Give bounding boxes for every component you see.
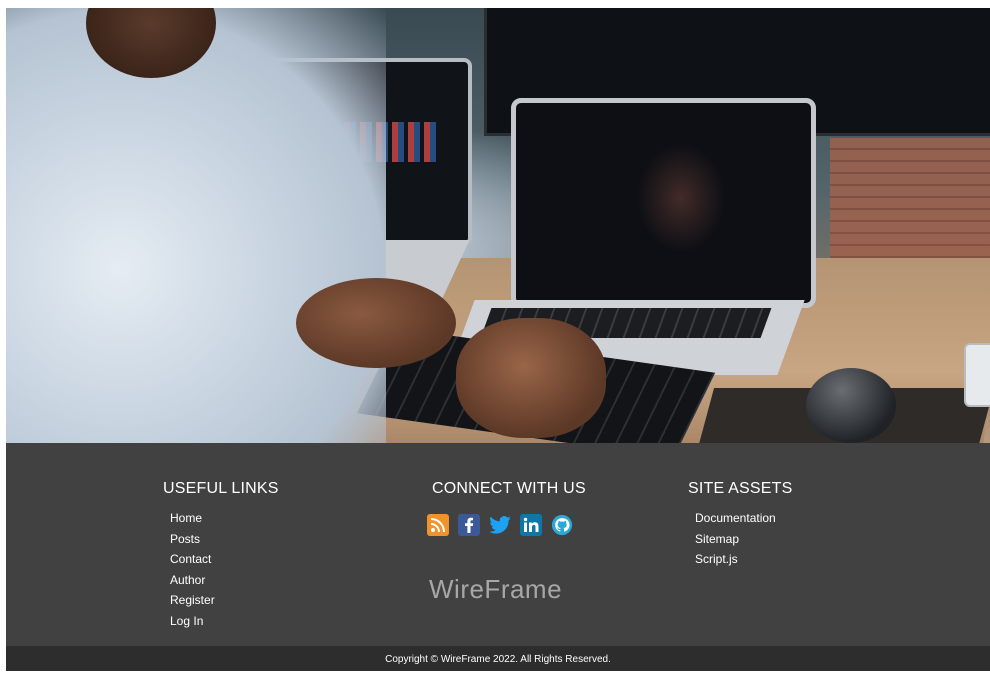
copyright-text: Copyright © WireFrame 2022. All Rights R… [385,654,611,665]
twitter-icon[interactable] [489,514,511,536]
connect-title: CONNECT WITH US [432,480,586,497]
hero-image [6,8,990,443]
list-item: Log In [170,614,215,635]
list-item: Home [170,511,215,532]
list-item: Posts [170,532,215,553]
site-assets-title: SITE ASSETS [688,480,793,497]
facebook-icon[interactable] [458,514,480,536]
phone [964,343,990,407]
rss-icon[interactable] [427,514,449,536]
linkedin-icon[interactable] [520,514,542,536]
author-link[interactable]: Author [170,573,205,587]
github-icon[interactable] [551,514,573,536]
left-hand [296,278,456,368]
copyright-bar: Copyright © WireFrame 2022. All Rights R… [6,646,990,671]
useful-links-list: Home Posts Contact Author Register Log I… [170,511,215,635]
screen-reflection [636,143,726,253]
posts-link[interactable]: Posts [170,532,200,546]
list-item: Register [170,593,215,614]
site-assets-list: Documentation Sitemap Script.js [695,511,776,573]
list-item: Sitemap [695,532,776,553]
list-item: Documentation [695,511,776,532]
social-icons [427,513,573,537]
list-item: Author [170,573,215,594]
list-item: Script.js [695,552,776,573]
sitemap-link[interactable]: Sitemap [695,532,739,546]
code-laptop [511,98,816,308]
contact-link[interactable]: Contact [170,552,211,566]
useful-links-title: USEFUL LINKS [163,480,279,497]
brick-wall [830,138,990,268]
site-footer: USEFUL LINKS Home Posts Contact Author R… [6,443,990,646]
register-link[interactable]: Register [170,593,215,607]
right-hand [456,318,606,438]
person-shirt [6,8,386,443]
computer-mouse [806,368,896,443]
home-link[interactable]: Home [170,511,202,525]
scriptjs-link[interactable]: Script.js [695,552,738,566]
login-link[interactable]: Log In [170,614,203,628]
list-item: Contact [170,552,215,573]
site-brand: WireFrame [429,574,563,604]
documentation-link[interactable]: Documentation [695,511,776,525]
